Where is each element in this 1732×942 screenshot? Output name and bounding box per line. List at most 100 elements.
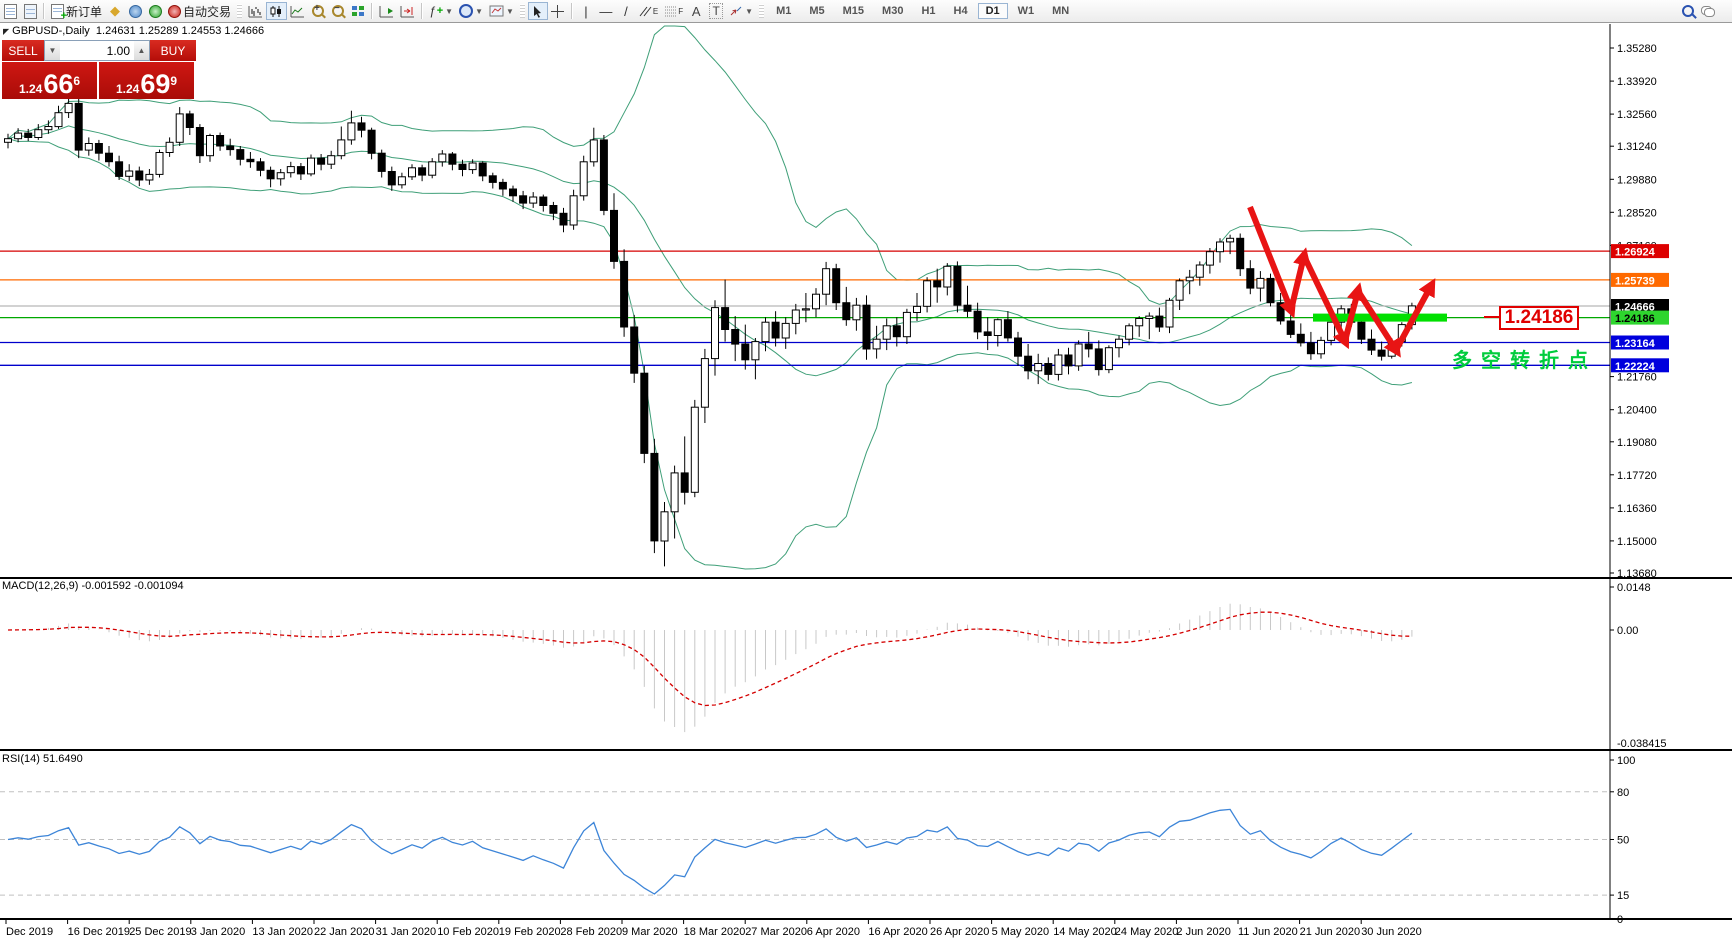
svg-text:1.25739: 1.25739 (1615, 275, 1655, 287)
signals-button[interactable] (145, 2, 165, 20)
sell-button[interactable]: SELL (2, 40, 44, 61)
svg-text:26 Apr 2020: 26 Apr 2020 (930, 926, 989, 938)
svg-text:31 Jan 2020: 31 Jan 2020 (376, 926, 437, 938)
profiles-button[interactable] (20, 2, 40, 20)
tile-windows-icon (352, 6, 365, 16)
chat-button[interactable] (1698, 2, 1718, 20)
date-axis[interactable]: Dec 2019 16 Dec 2019 25 Dec 2019 3 Jan 2020… (5, 920, 1422, 938)
svg-text:15: 15 (1617, 890, 1629, 902)
timeframe-d1[interactable]: D1 (977, 3, 1008, 19)
auto-scroll-button[interactable] (376, 2, 397, 20)
svg-text:21 Jun 2020: 21 Jun 2020 (1300, 926, 1361, 938)
line-chart-icon (290, 5, 305, 17)
separator (570, 3, 573, 19)
horizontal-line-button[interactable]: — (596, 2, 616, 20)
toolbar-drag-handle[interactable] (759, 4, 765, 18)
zoom-in-button[interactable]: + (308, 2, 328, 20)
macd-axis[interactable]: 0.0148 0.00 -0.038415 (1610, 582, 1667, 750)
volume-up-button[interactable]: ▲ (134, 41, 149, 60)
macd-values: -0.001592 -0.001094 (81, 580, 184, 592)
rsi-level-lines (0, 791, 1610, 896)
svg-text:0: 0 (1617, 914, 1623, 926)
search-button[interactable] (1678, 2, 1698, 20)
timeframe-w1[interactable]: W1 (1010, 3, 1043, 19)
timeframe-m15[interactable]: M15 (835, 3, 872, 19)
toolbar-drag-handle[interactable] (237, 4, 243, 18)
chevron-down-icon: ▼ (745, 6, 754, 16)
periods-button[interactable]: ▼ (456, 2, 486, 20)
search-icon (1682, 5, 1694, 17)
macd-indicator-label: MACD(12,26,9) -0.001592 -0.001094 (2, 580, 184, 592)
price-callout-box[interactable]: 1.24186 (1499, 306, 1579, 330)
symbol-title: ◤ GBPUSD-,Daily 1.24631 1.25289 1.24553 1… (3, 25, 265, 37)
svg-text:3 Jan 2020: 3 Jan 2020 (191, 926, 245, 938)
svg-text:24 May 2020: 24 May 2020 (1115, 926, 1179, 938)
svg-text:1.24186: 1.24186 (1615, 313, 1655, 325)
svg-text:25 Dec 2019: 25 Dec 2019 (129, 926, 191, 938)
zoom-out-button[interactable]: − (328, 2, 348, 20)
svg-text:16 Apr 2020: 16 Apr 2020 (868, 926, 927, 938)
gold-bag-icon: ◆ (110, 3, 121, 18)
market-depth-button[interactable]: ◆ (105, 2, 125, 20)
svg-text:16 Dec 2019: 16 Dec 2019 (68, 926, 130, 938)
text-label-button[interactable]: T (706, 2, 726, 20)
candlestick-chart-button[interactable] (266, 2, 288, 20)
line-chart-button[interactable] (287, 2, 308, 20)
rsi-indicator-label: RSI(14) 51.6490 (2, 753, 83, 765)
fibonacci-button[interactable]: F (661, 2, 686, 20)
pivot-note-text[interactable]: 多空转折点 (1452, 344, 1597, 373)
sell-price-button[interactable]: 1.24 66 6 (2, 62, 97, 99)
tile-windows-button[interactable] (348, 2, 368, 20)
trendline-button[interactable]: / (616, 2, 636, 20)
vertical-line-button[interactable]: | (576, 2, 596, 20)
templates-button[interactable]: ▼ (486, 2, 517, 20)
svg-text:1.13680: 1.13680 (1617, 568, 1657, 580)
svg-text:1.28520: 1.28520 (1617, 207, 1657, 219)
main-toolbar: + 新订单 ◆ 自动交易 + − ƒ+▼ ▼ ▼ | — / E F A T (0, 0, 1732, 23)
macd-histogram (17, 603, 1413, 733)
timeframe-h1[interactable]: H1 (913, 3, 943, 19)
timeframe-m1[interactable]: M1 (768, 3, 799, 19)
arrows-button[interactable]: ▼ (726, 2, 756, 20)
timeframe-m30[interactable]: M30 (874, 3, 911, 19)
svg-text:11 Jun 2020: 11 Jun 2020 (1238, 926, 1298, 938)
candlestick-chart-icon (270, 5, 282, 17)
toolbar-drag-handle[interactable] (519, 4, 525, 18)
bar-chart-icon (248, 5, 263, 17)
indicators-button[interactable]: ƒ + ▼ (426, 2, 456, 20)
svg-text:9 Mar 2020: 9 Mar 2020 (622, 926, 678, 938)
cursor-button[interactable] (527, 2, 548, 20)
bollinger-bands (7, 25, 1413, 570)
svg-text:1.29880: 1.29880 (1617, 174, 1657, 186)
channel-icon (639, 6, 652, 17)
chart-shift-button[interactable] (397, 2, 418, 20)
autotrading-button[interactable]: 自动交易 (165, 2, 234, 20)
pane-separators[interactable] (0, 24, 1732, 920)
rsi-axis[interactable]: 100 80 50 15 0 (1610, 755, 1635, 926)
buy-price-button[interactable]: 1.24 69 9 (99, 62, 194, 99)
volume-down-button[interactable]: ▼ (45, 41, 60, 60)
timeframe-h4[interactable]: H4 (946, 3, 976, 19)
signals-icon (148, 4, 162, 18)
svg-text:1.31240: 1.31240 (1617, 141, 1657, 153)
text-button[interactable]: A (686, 2, 706, 20)
channel-button[interactable]: E (636, 2, 661, 20)
svg-text:1.16360: 1.16360 (1617, 503, 1657, 515)
volume-value[interactable]: 1.00 (60, 41, 134, 60)
new-chart-button[interactable] (0, 2, 20, 20)
price-axis[interactable]: 1.35280 1.33920 1.32560 1.31240 1.29880 1.285… (1610, 43, 1669, 580)
bar-chart-button[interactable] (245, 2, 266, 20)
timeframe-m5[interactable]: M5 (801, 3, 832, 19)
new-order-button[interactable]: + 新订单 (48, 2, 105, 21)
mt4-window: + 新订单 ◆ 自动交易 + − ƒ+▼ ▼ ▼ | — / E F A T (0, 0, 1732, 942)
chart-plot[interactable]: 1.35280 1.33920 1.32560 1.31240 1.29880 1.285… (0, 0, 1732, 942)
crosshair-button[interactable] (548, 2, 568, 20)
svg-text:28 Feb 2020: 28 Feb 2020 (560, 926, 622, 938)
svg-text:1.35280: 1.35280 (1617, 43, 1657, 55)
timeframe-mn[interactable]: MN (1044, 3, 1077, 19)
svg-text:30 Jun 2020: 30 Jun 2020 (1361, 926, 1422, 938)
community-button[interactable] (125, 2, 145, 20)
buy-button[interactable]: BUY (150, 40, 196, 61)
zoom-in-icon: + (312, 3, 325, 17)
svg-text:10 Feb 2020: 10 Feb 2020 (437, 926, 499, 938)
